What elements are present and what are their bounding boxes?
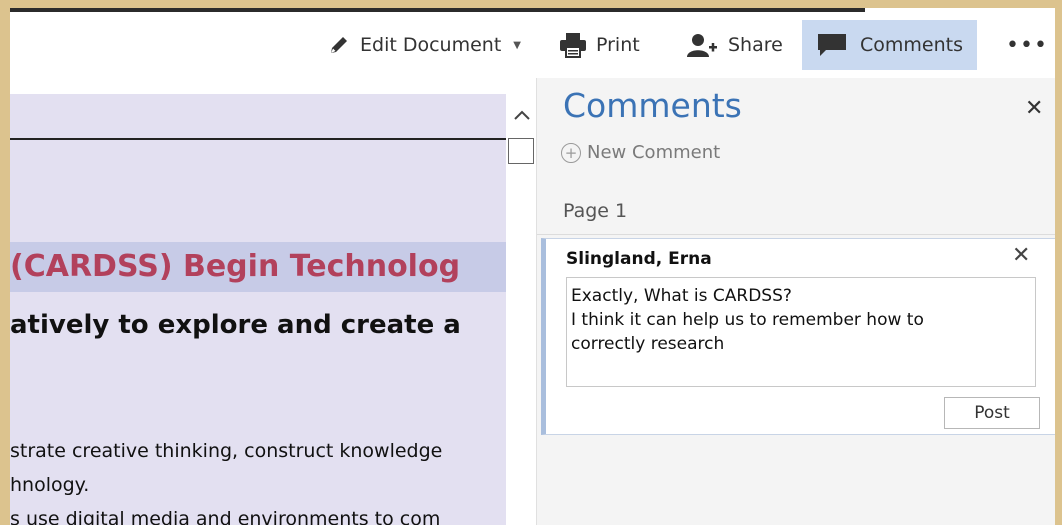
divider: [537, 234, 1055, 235]
comments-label: Comments: [860, 34, 963, 56]
comment-card: Slingland, Erna ✕ Exactly, What is CARDS…: [541, 238, 1055, 435]
close-icon[interactable]: ✕: [1025, 96, 1043, 121]
viewer-window: Edit Document ▼ Print Share Comments •••…: [10, 8, 1055, 525]
comments-panel-title: Comments: [563, 86, 742, 125]
comment-text-input[interactable]: Exactly, What is CARDSS? I think it can …: [566, 277, 1036, 387]
document-title: (CARDSS) Begin Technolog: [10, 242, 506, 292]
plus-circle-icon: +: [561, 142, 581, 163]
document-rule: [10, 138, 506, 140]
share-button[interactable]: Share: [686, 20, 783, 70]
comments-panel: Comments ✕ + New Comment Page 1 Slinglan…: [536, 78, 1055, 525]
print-label: Print: [596, 34, 640, 56]
speech-bubble-icon: [816, 32, 848, 58]
new-comment-label: New Comment: [587, 142, 721, 163]
page-group-label: Page 1: [563, 200, 628, 222]
edit-document-button[interactable]: Edit Document ▼: [328, 20, 521, 70]
share-label: Share: [728, 34, 783, 56]
edit-document-label: Edit Document: [360, 34, 502, 56]
chevron-down-icon: ▼: [513, 39, 521, 51]
add-person-icon: [686, 32, 718, 58]
pencil-icon: [328, 34, 350, 56]
scroll-thumb[interactable]: [508, 138, 534, 164]
more-icon: •••: [1006, 32, 1048, 58]
toolbar: Edit Document ▼ Print Share Comments •••: [10, 8, 1055, 78]
document-text-line: strate creative thinking, construct know…: [10, 440, 443, 462]
desktop-frame: Edit Document ▼ Print Share Comments •••…: [0, 0, 1062, 525]
comments-button[interactable]: Comments: [802, 20, 977, 70]
chevron-up-icon[interactable]: [514, 106, 530, 125]
new-comment-button[interactable]: + New Comment: [561, 142, 720, 163]
print-button[interactable]: Print: [558, 20, 640, 70]
document-canvas: (CARDSS) Begin Technolog atively to expl…: [10, 94, 506, 525]
comment-author: Slingland, Erna: [566, 249, 712, 269]
document-text-line: s use digital media and environments to …: [10, 508, 441, 525]
more-options-button[interactable]: •••: [1006, 20, 1048, 70]
document-scrollbar[interactable]: [506, 94, 536, 525]
post-button[interactable]: Post: [944, 397, 1040, 429]
close-icon[interactable]: ✕: [1012, 243, 1030, 268]
printer-icon: [558, 32, 588, 58]
toolbar-top-border: [10, 8, 865, 12]
document-text-line: hnology.: [10, 474, 90, 496]
document-subtitle: atively to explore and create a: [10, 310, 461, 340]
